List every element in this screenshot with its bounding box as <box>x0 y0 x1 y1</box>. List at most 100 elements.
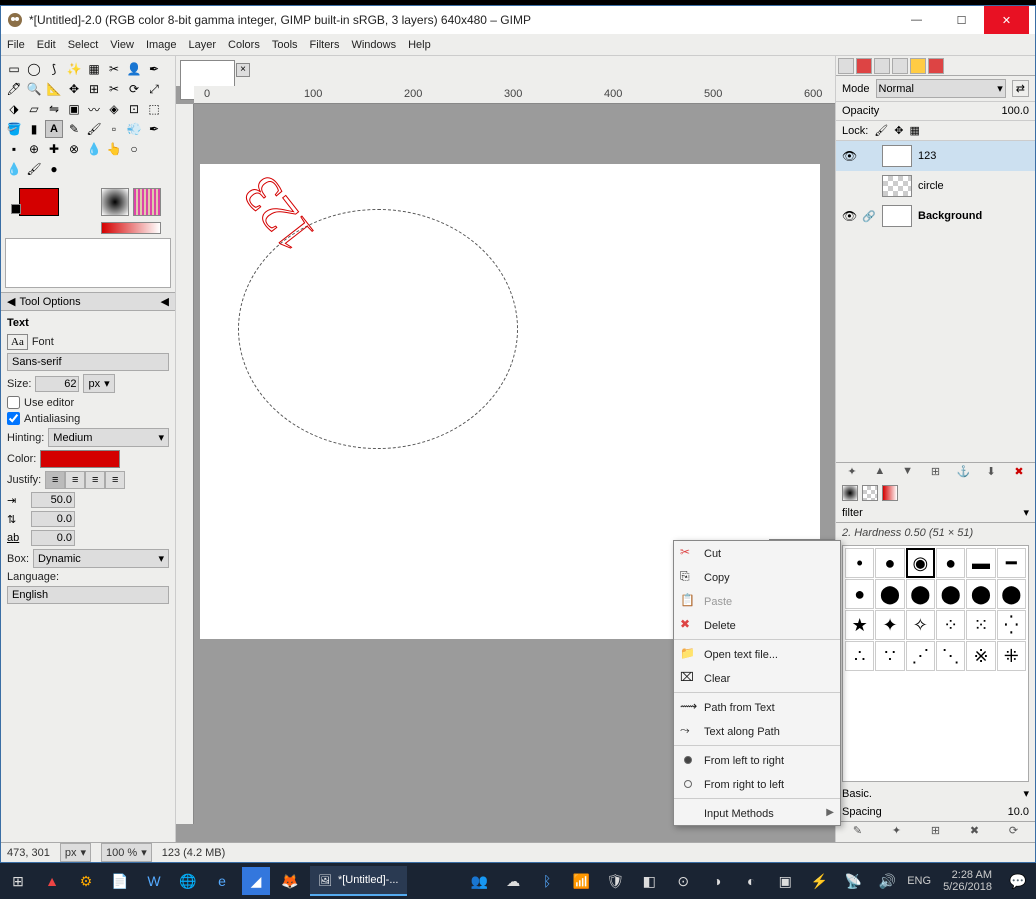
brush-item[interactable]: ✦ <box>875 610 904 640</box>
tool-gradient[interactable]: ▮ <box>25 120 43 138</box>
lock-position-icon[interactable]: ✥ <box>894 124 903 137</box>
anchor-layer-button[interactable]: ⚓ <box>954 465 972 481</box>
menu-edit[interactable]: Edit <box>37 39 56 51</box>
menu-ltr[interactable]: From left to right <box>674 748 840 772</box>
tool-clone[interactable]: ⊕ <box>25 140 43 158</box>
link-icon[interactable]: 🔗 <box>862 210 876 223</box>
menu-file[interactable]: File <box>7 39 25 51</box>
taskbar-chrome-icon[interactable]: 🌐 <box>174 867 202 895</box>
lock-alpha-icon[interactable]: ▦ <box>909 124 919 137</box>
text-color-swatch[interactable] <box>40 450 120 468</box>
close-button[interactable]: ✕ <box>984 6 1029 34</box>
tool-scissors[interactable]: ✂ <box>105 60 123 78</box>
layer-name[interactable]: 123 <box>918 150 936 162</box>
menu-open-text[interactable]: 📁Open text file... <box>674 642 840 666</box>
font-icon[interactable]: Aa <box>7 334 28 350</box>
mode-dropdown[interactable]: Normal▾ <box>876 79 1006 98</box>
lock-pixels-icon[interactable]: 🖌 <box>874 124 888 137</box>
brush-item[interactable]: ● <box>845 579 874 609</box>
tab-extra1[interactable] <box>910 58 926 74</box>
status-zoom-dropdown[interactable]: 100 % ▾ <box>101 843 152 862</box>
tray-network-icon[interactable]: 📶 <box>567 867 595 895</box>
justify-fill-button[interactable]: ≡ <box>105 471 125 489</box>
gradient-swatch[interactable] <box>882 485 898 501</box>
lower-layer-button[interactable]: ▼ <box>899 465 917 481</box>
brush-filter-dropdown[interactable]: ▾ <box>1023 506 1029 519</box>
tab-undo[interactable] <box>892 58 908 74</box>
taskbar-gimp-icon[interactable]: 🦊 <box>276 867 304 895</box>
taskbar-app-icon[interactable]: ▲ <box>38 867 66 895</box>
tool-eraser[interactable]: ▫ <box>105 120 123 138</box>
tool-zoom[interactable]: 🔍 <box>25 80 43 98</box>
menu-clear[interactable]: ⌧Clear <box>674 666 840 690</box>
tool-move[interactable]: ✥ <box>65 80 83 98</box>
taskbar-app-icon[interactable]: 📄 <box>106 867 134 895</box>
justify-center-button[interactable]: ≡ <box>85 471 105 489</box>
tool-cage[interactable]: ▣ <box>65 100 83 118</box>
tool-paths[interactable]: ✒ <box>145 60 163 78</box>
tray-icon[interactable]: ◐ <box>737 867 765 895</box>
horizontal-ruler[interactable]: 0 100 200 300 400 500 600 <box>194 86 835 104</box>
menu-view[interactable]: View <box>110 39 134 51</box>
tool-extra2[interactable]: 🖌 <box>25 160 43 178</box>
tool-crop[interactable]: ✂ <box>105 80 123 98</box>
opacity-value[interactable]: 100.0 <box>1001 105 1029 117</box>
tool-rect-select[interactable]: ▭ <box>5 60 23 78</box>
taskbar-app-icon[interactable]: W <box>140 867 168 895</box>
justify-right-button[interactable]: ≡ <box>65 471 85 489</box>
refresh-brush-button[interactable]: ⟳ <box>1005 824 1023 840</box>
mode-switch-button[interactable]: ⇄ <box>1012 80 1029 97</box>
menu-cut[interactable]: ✂Cut <box>674 541 840 565</box>
menu-input-methods[interactable]: Input Methods▶ <box>674 801 840 825</box>
taskbar-app-icon[interactable]: ⚙ <box>72 867 100 895</box>
brush-item[interactable]: ✧ <box>906 610 935 640</box>
tab-channels[interactable] <box>856 58 872 74</box>
layer-row[interactable]: 👁 123 <box>836 141 1035 171</box>
size-input[interactable] <box>35 376 79 392</box>
brush-item[interactable]: ⬤ <box>936 579 965 609</box>
tool-scale[interactable]: ⤢ <box>145 80 163 98</box>
indent-input[interactable] <box>31 492 75 508</box>
menu-tools[interactable]: Tools <box>272 39 298 51</box>
tray-volume-icon[interactable]: 🔊 <box>873 867 901 895</box>
menu-text-along-path[interactable]: ⤳Text along Path <box>674 719 840 743</box>
tool-blur[interactable]: 💧 <box>85 140 103 158</box>
new-layer-button[interactable]: ✦ <box>843 465 861 481</box>
brush-item[interactable]: ⬤ <box>966 579 995 609</box>
brush-item[interactable]: ▬ <box>966 548 995 578</box>
minimize-button[interactable]: — <box>894 6 939 34</box>
brush-item[interactable]: ⁜ <box>997 641 1026 671</box>
tool-pencil[interactable]: ✎ <box>65 120 83 138</box>
menu-colors[interactable]: Colors <box>228 39 260 51</box>
tool-perspective[interactable]: ▱ <box>25 100 43 118</box>
brush-item[interactable]: ⬤ <box>906 579 935 609</box>
merge-layer-button[interactable]: ⬇ <box>982 465 1000 481</box>
tool-unified[interactable]: ◈ <box>105 100 123 118</box>
tool-dodge[interactable]: ○ <box>125 140 143 158</box>
tool-rotate[interactable]: ⟳ <box>125 80 143 98</box>
brush-item[interactable]: ⋰ <box>906 641 935 671</box>
brush-item[interactable]: ⋱ <box>936 641 965 671</box>
justify-left-button[interactable]: ≡ <box>45 471 65 489</box>
taskbar-edge-icon[interactable]: e <box>208 867 236 895</box>
tray-icon[interactable]: ▣ <box>771 867 799 895</box>
menu-rtl[interactable]: From right to left <box>674 772 840 796</box>
layer-name[interactable]: Background <box>918 210 982 222</box>
tab-layers[interactable] <box>838 58 854 74</box>
tray-icon[interactable]: ◑ <box>703 867 731 895</box>
visibility-icon[interactable]: 👁 <box>842 209 856 223</box>
brush-swatch[interactable] <box>842 485 858 501</box>
tray-bluetooth-icon[interactable]: ᛒ <box>533 867 561 895</box>
menu-image[interactable]: Image <box>146 39 177 51</box>
tool-ellipse-select[interactable]: ◯ <box>25 60 43 78</box>
menu-paste[interactable]: 📋Paste <box>674 589 840 613</box>
tab-extra2[interactable] <box>928 58 944 74</box>
tool-color-picker[interactable]: 🖊 <box>5 80 23 98</box>
tool-smudge[interactable]: 👆 <box>105 140 123 158</box>
layer-row[interactable]: 👁 🔗 Background <box>836 201 1035 231</box>
brush-item[interactable]: ⁘ <box>936 610 965 640</box>
pattern-swatch[interactable] <box>862 485 878 501</box>
tool-extra1[interactable]: 💧 <box>5 160 23 178</box>
menu-filters[interactable]: Filters <box>310 39 340 51</box>
status-unit-dropdown[interactable]: px ▾ <box>60 843 91 862</box>
